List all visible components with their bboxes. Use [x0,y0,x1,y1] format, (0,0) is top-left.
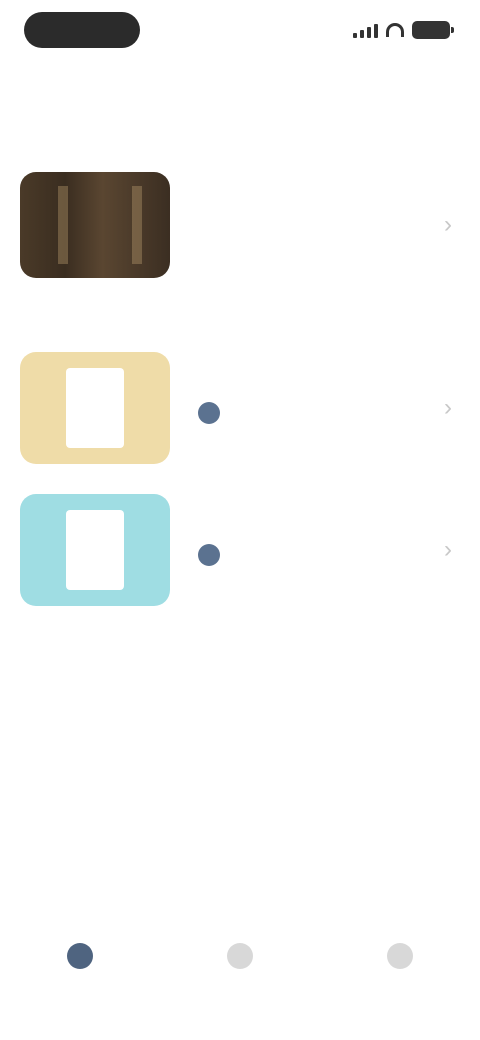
item-body [170,220,436,230]
signal-icon [353,22,378,38]
item-body [170,392,436,424]
list-item[interactable]: › [20,172,460,278]
chevron-right-icon: › [444,536,452,563]
document-icon [66,510,124,590]
nav-item-home[interactable] [40,935,120,995]
home-icon [67,943,93,969]
status-bar [0,0,480,64]
bottom-nav [0,930,480,1000]
browse-icon [227,943,253,969]
item-thumbnail [20,352,170,464]
app-screen: › › › [0,0,480,1040]
battery-icon [412,21,454,39]
item-meta [198,544,436,566]
chevron-right-icon: › [444,211,452,238]
item-thumbnail [20,494,170,606]
nav-item-profile[interactable] [360,935,440,995]
list-item[interactable]: › [20,352,460,464]
page-title [0,72,480,102]
profile-icon [387,943,413,969]
item-meta [198,402,436,424]
avatar [198,544,220,566]
list-item[interactable]: › [20,494,460,606]
wifi-icon [386,23,404,37]
item-thumbnail [20,172,170,278]
item-body [170,534,436,566]
avatar [198,402,220,424]
status-time [24,12,140,48]
nav-item-browse[interactable] [200,935,280,995]
status-icons [353,16,454,44]
chevron-right-icon: › [444,394,452,421]
document-icon [66,368,124,448]
